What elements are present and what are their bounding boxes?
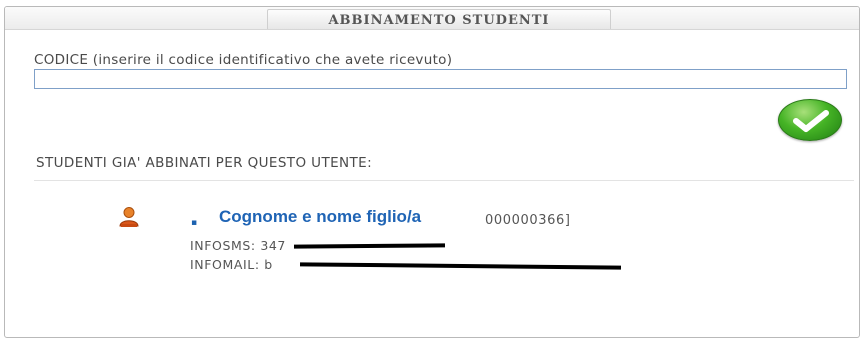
info-sms-label: INFOSMS: xyxy=(190,238,261,253)
confirm-button[interactable] xyxy=(778,99,842,141)
info-mail-value: b xyxy=(264,257,273,272)
associated-students-label: STUDENTI GIA' ABBINATI PER QUESTO UTENTE… xyxy=(36,155,373,171)
dialog-title-tab: ABBINAMENTO STUDENTI xyxy=(267,9,611,29)
code-field-label: CODICE (inserire il codice identificativ… xyxy=(34,52,453,68)
code-input[interactable] xyxy=(34,69,847,89)
dialog-titlebar: ABBINAMENTO STUDENTI xyxy=(5,7,859,30)
section-divider xyxy=(34,180,854,181)
info-sms: INFOSMS: 347 xyxy=(190,238,286,253)
info-mail: INFOMAIL: b xyxy=(190,257,273,272)
student-code: 000000366] xyxy=(485,213,571,228)
info-sms-value: 347 xyxy=(260,238,286,253)
check-icon xyxy=(793,110,829,132)
user-icon xyxy=(119,207,139,227)
dialog-title: ABBINAMENTO STUDENTI xyxy=(328,13,550,28)
info-mail-label: INFOMAIL: xyxy=(190,257,265,272)
student-bullet: ▪ xyxy=(191,218,198,228)
student-name: Cognome e nome figlio/a xyxy=(219,207,422,226)
